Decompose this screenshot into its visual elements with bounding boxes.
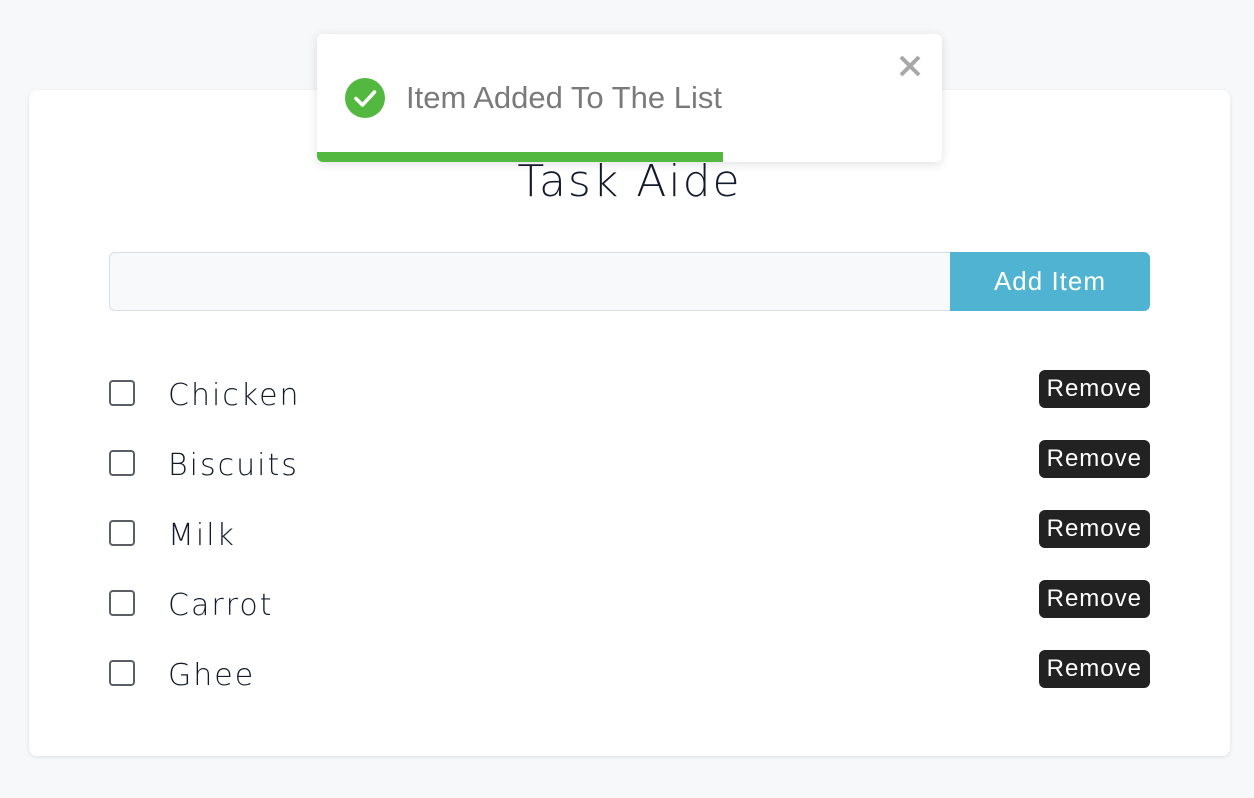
task-label: Ghee (168, 657, 256, 693)
toast-progress-bar (317, 152, 724, 162)
remove-button[interactable]: Remove (1038, 510, 1150, 548)
remove-button[interactable]: Remove (1038, 440, 1150, 478)
task-item: Ghee Remove (109, 640, 1150, 710)
task-item: Biscuits Remove (109, 430, 1150, 500)
item-input[interactable] (109, 252, 950, 311)
success-toast: Item Added To The List (317, 34, 942, 162)
task-checkbox[interactable] (109, 380, 135, 406)
task-checkbox[interactable] (109, 590, 135, 616)
check-circle-icon (345, 78, 385, 118)
add-item-form: Add Item (109, 252, 1150, 311)
task-list: Chicken Remove Biscuits Remove Milk Remo… (109, 360, 1150, 710)
remove-button[interactable]: Remove (1038, 580, 1150, 618)
task-label: Carrot (168, 587, 274, 623)
task-item: Carrot Remove (109, 570, 1150, 640)
add-item-button[interactable]: Add Item (950, 252, 1150, 311)
task-checkbox[interactable] (109, 520, 135, 546)
task-checkbox[interactable] (109, 450, 135, 476)
task-label: Chicken (168, 377, 301, 413)
task-label: Milk (168, 517, 236, 553)
task-item: Milk Remove (109, 500, 1150, 570)
task-item: Chicken Remove (109, 360, 1150, 430)
task-checkbox[interactable] (109, 660, 135, 686)
remove-button[interactable]: Remove (1038, 650, 1150, 688)
task-card: Task Aide Add Item Chicken Remove Biscui… (29, 90, 1230, 756)
toast-message: Item Added To The List (406, 80, 722, 115)
remove-button[interactable]: Remove (1038, 370, 1150, 408)
task-label: Biscuits (168, 447, 299, 483)
close-icon[interactable] (896, 52, 924, 80)
